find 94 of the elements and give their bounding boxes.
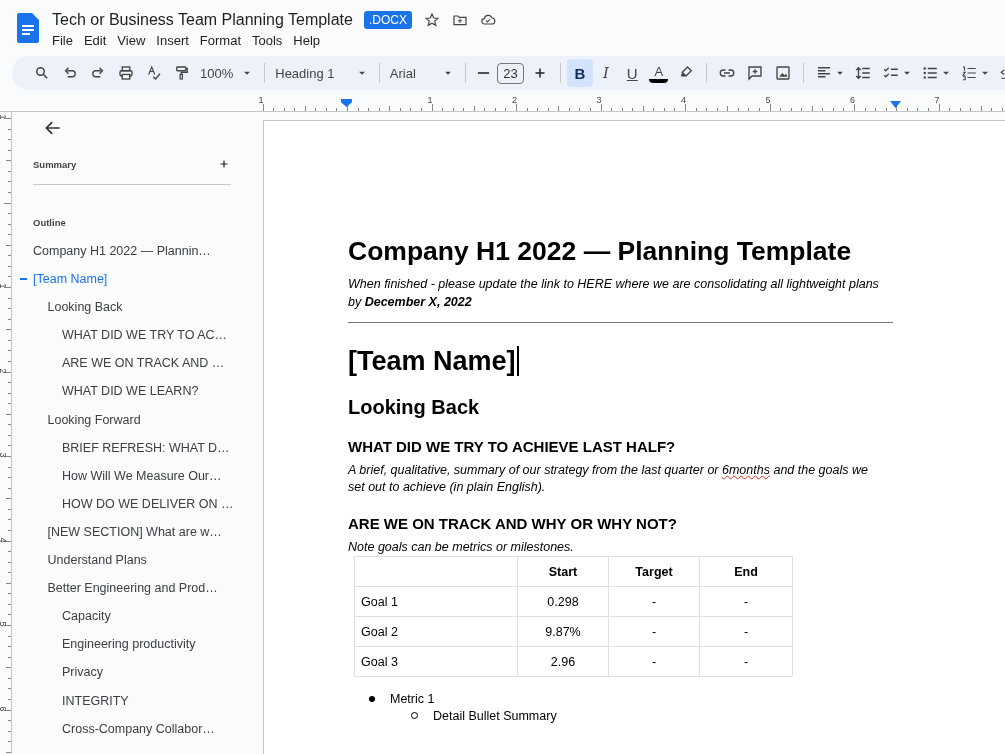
zoom-dropdown[interactable]: 100%: [196, 60, 259, 86]
paragraph-text: A brief, qualitative, summary of our strategy from the last quarter or 6months and the goals we set out to achieve (in plain English).: [348, 462, 869, 496]
right-indent-marker[interactable]: [890, 101, 901, 108]
underline-button[interactable]: U: [619, 59, 646, 87]
font-dropdown[interactable]: Arial: [385, 60, 460, 86]
star-icon[interactable]: [423, 12, 440, 28]
outline-item[interactable]: ARE WE ON TRACK AND …: [12, 353, 263, 382]
ruler-number: 5: [765, 95, 771, 105]
indent-marker[interactable]: [341, 99, 352, 107]
font-size-field[interactable]: 23: [497, 62, 524, 84]
column-header: End: [699, 556, 793, 587]
column-header: Target: [608, 556, 700, 587]
menu-item[interactable]: Tools: [247, 31, 289, 50]
menu-item[interactable]: Insert: [151, 31, 195, 50]
ruler-number: 2: [512, 95, 517, 105]
menu-item[interactable]: View: [112, 31, 152, 50]
outline-item[interactable]: Company H1 2022 — Plannin…: [12, 241, 263, 270]
table-cell: -: [608, 616, 700, 647]
bullet-text: Detail Bullet Summary: [433, 708, 557, 723]
outline-item[interactable]: Understand Plans: [12, 550, 263, 579]
ruler-number: 3: [596, 95, 602, 105]
ruler-number: 1: [0, 283, 8, 289]
table-cell: Goal 3: [354, 646, 518, 677]
outline-item[interactable]: Cross-Company Collabor…: [12, 718, 263, 747]
menu-item[interactable]: Edit: [78, 31, 113, 50]
bullets-icon: [921, 64, 939, 82]
bullet-text: Metric 1: [390, 691, 435, 706]
column-header: Start: [517, 556, 609, 587]
table-cell: Goal 2: [354, 616, 518, 647]
outline-item[interactable]: WHAT DID WE LEARN?: [12, 381, 263, 410]
ruler-number: 7: [934, 95, 940, 105]
file-type-badge: .DOCX: [363, 11, 412, 29]
ruler-number: 1: [0, 114, 8, 120]
ruler-number: 1: [258, 95, 264, 105]
menu-item[interactable]: File: [47, 31, 79, 50]
table-cell: 9.87%: [517, 616, 609, 647]
outline-item[interactable]: Looking Back: [12, 297, 263, 326]
summary-label: Summary: [33, 158, 77, 170]
outline-label: Outline: [33, 217, 67, 228]
outline-item[interactable]: How Will We Measure Our…: [12, 465, 263, 494]
search-icon: [33, 64, 51, 82]
outline-item[interactable]: Better Engineering and Prod…: [12, 578, 263, 607]
image-icon: [774, 64, 793, 82]
table-cell: -: [699, 646, 793, 677]
outline-item[interactable]: [NEW SECTION] What are w…: [12, 521, 263, 551]
ruler-number: 4: [0, 537, 8, 542]
document-heading: Company H1 2022 — Planning Template: [348, 235, 853, 267]
spell-icon: [145, 64, 163, 82]
print-icon: [117, 64, 135, 82]
outline-item[interactable]: BRIEF REFRESH: WHAT D…: [12, 437, 263, 466]
table-cell: -: [699, 616, 793, 647]
table-cell: -: [699, 586, 793, 617]
table-cell: Goal 1: [354, 586, 518, 617]
question-heading: WHAT DID WE TRY TO ACHIEVE LAST HALF?: [348, 437, 677, 457]
folder-icon[interactable]: [451, 12, 468, 28]
numbered-icon: [960, 64, 978, 82]
outline-item[interactable]: Engineering productivity: [12, 634, 263, 663]
bullet-icon: [369, 695, 375, 702]
minus-icon: [477, 72, 491, 74]
outline-item[interactable]: Looking Forward: [12, 409, 263, 438]
paint-icon: [173, 64, 191, 82]
document-title[interactable]: Tech or Business Team Planning Template: [52, 11, 353, 29]
subsection-heading: Looking Back: [348, 395, 481, 419]
style-dropdown[interactable]: Heading 1: [271, 60, 373, 86]
note-text: Note goals can be metrics or milestones.: [348, 539, 575, 555]
ruler-number: 3: [0, 452, 8, 458]
ruler-number: 6: [0, 706, 8, 711]
text-color-button[interactable]: A: [649, 63, 669, 83]
ruler-number: 2: [0, 368, 8, 373]
bold-button[interactable]: B: [566, 59, 593, 87]
table-cell: -: [608, 646, 700, 677]
outline-item[interactable]: INTEGRITY: [12, 690, 263, 719]
spacing-icon: [854, 64, 872, 82]
outline-item[interactable]: HOW DO WE DELIVER ON …: [12, 493, 263, 522]
outline-item[interactable]: Privacy: [12, 662, 263, 691]
outline-item[interactable]: WHAT DID WE TRY TO AC…: [12, 325, 263, 354]
outline-item[interactable]: [Team Name]: [12, 269, 263, 298]
table-cell: 0.298: [517, 586, 609, 617]
docs-logo-icon[interactable]: [17, 13, 39, 43]
comment-icon: [746, 64, 765, 82]
ruler-number: 5: [0, 621, 8, 627]
ruler-number: 4: [681, 95, 686, 105]
ruler-number: 6: [850, 95, 855, 105]
outline-item[interactable]: Capacity: [12, 606, 263, 635]
table-cell: -: [608, 586, 700, 617]
table-cell: 2.96: [517, 646, 609, 677]
menu-item[interactable]: Help: [288, 31, 327, 50]
section-heading: [Team Name]: [348, 345, 1005, 377]
ruler-number: 1: [427, 95, 433, 105]
question-heading: ARE WE ON TRACK AND WHY OR WHY NOT?: [348, 514, 678, 534]
menu-item[interactable]: Format: [194, 31, 247, 50]
instruction-text: When finished - please update the link to HERE where we are consolidating all lightweight plans by December X, 2022: [348, 276, 880, 311]
italic-button[interactable]: I: [592, 59, 620, 87]
cloud-icon[interactable]: [479, 12, 496, 28]
